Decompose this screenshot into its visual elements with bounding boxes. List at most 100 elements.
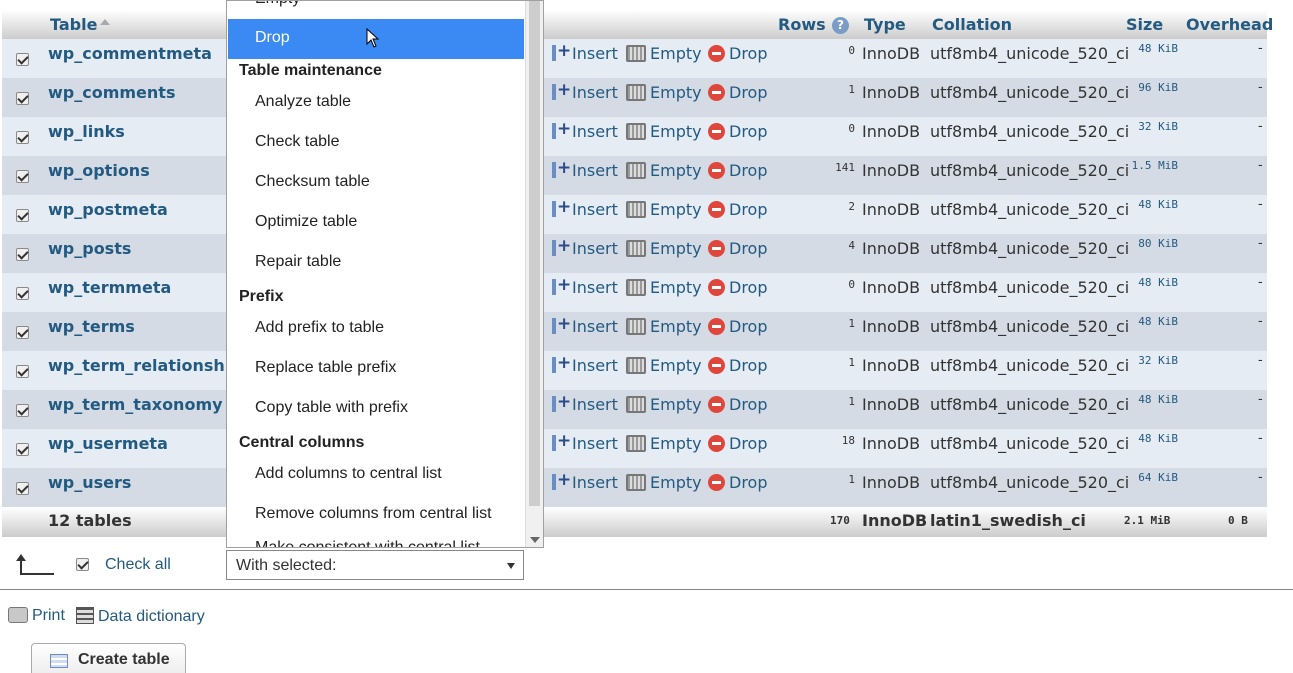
insert-action[interactable]: Insert <box>550 314 618 336</box>
data-dictionary-link[interactable]: Data dictionary <box>76 607 205 626</box>
dropdown-option[interactable]: Optimize table <box>255 213 357 231</box>
row-checkbox[interactable] <box>16 404 29 417</box>
table-name-link[interactable]: wp_usermeta <box>48 434 168 453</box>
drop-action[interactable]: Drop <box>708 356 768 375</box>
table-name-link[interactable]: wp_users <box>48 473 131 492</box>
table-size[interactable]: 48 KiB <box>1138 198 1178 211</box>
row-checkbox[interactable] <box>16 482 29 495</box>
table-name-link[interactable]: wp_links <box>48 122 125 141</box>
table-size[interactable]: 64 KiB <box>1138 471 1178 484</box>
table-size[interactable]: 48 KiB <box>1138 276 1178 289</box>
drop-action[interactable]: Drop <box>708 83 768 102</box>
table-size[interactable]: 80 KiB <box>1138 237 1178 250</box>
table-name-link[interactable]: wp_terms <box>48 317 135 336</box>
with-selected-select[interactable]: With selected: <box>226 550 524 580</box>
insert-action[interactable]: Insert <box>550 431 618 453</box>
dropdown-option[interactable]: Remove columns from central list <box>255 505 492 523</box>
dropdown-option[interactable]: Add prefix to table <box>255 319 384 337</box>
empty-action[interactable]: Empty <box>626 434 702 453</box>
header-collation[interactable]: Collation <box>932 15 1012 34</box>
insert-action[interactable]: Insert <box>550 236 618 258</box>
drop-action[interactable]: Drop <box>708 44 768 63</box>
drop-action[interactable]: Drop <box>708 239 768 258</box>
empty-action[interactable]: Empty <box>626 239 702 258</box>
table-size[interactable]: 48 KiB <box>1138 432 1178 445</box>
dropdown-option[interactable]: Add columns to central list <box>255 465 442 483</box>
empty-action[interactable]: Empty <box>626 356 702 375</box>
check-all-label[interactable]: Check all <box>105 556 171 574</box>
drop-action[interactable]: Drop <box>708 200 768 219</box>
row-checkbox[interactable] <box>16 326 29 339</box>
help-icon[interactable]: ? <box>832 17 849 34</box>
insert-action[interactable]: Insert <box>550 80 618 102</box>
create-table-tab[interactable]: Create table <box>31 643 186 673</box>
row-checkbox[interactable] <box>16 92 29 105</box>
drop-action[interactable]: Drop <box>708 473 768 492</box>
insert-action[interactable]: Insert <box>550 392 618 414</box>
insert-action[interactable]: Insert <box>550 275 618 297</box>
table-name-link[interactable]: wp_postmeta <box>48 200 168 219</box>
table-name-link[interactable]: wp_term_relationships <box>48 356 251 375</box>
table-name-link[interactable]: wp_commentmeta <box>48 44 212 63</box>
dropdown-option[interactable]: Check table <box>255 133 340 151</box>
insert-action[interactable]: Insert <box>550 158 618 180</box>
dropdown-option[interactable]: Checksum table <box>255 173 370 191</box>
insert-action[interactable]: Insert <box>550 353 618 375</box>
empty-action[interactable]: Empty <box>626 44 702 63</box>
dropdown-option[interactable]: Repair table <box>255 253 341 271</box>
empty-action[interactable]: Empty <box>626 83 702 102</box>
drop-action[interactable]: Drop <box>708 395 768 414</box>
table-size[interactable]: 48 KiB <box>1138 315 1178 328</box>
table-name-link[interactable]: wp_posts <box>48 239 131 258</box>
scrollbar-thumb[interactable] <box>529 1 540 506</box>
table-size[interactable]: 32 KiB <box>1138 120 1178 133</box>
scroll-down-icon[interactable] <box>530 537 540 543</box>
drop-action[interactable]: Drop <box>708 122 768 141</box>
dropdown-option-empty[interactable]: Empty <box>255 1 300 8</box>
empty-action[interactable]: Empty <box>626 200 702 219</box>
empty-action[interactable]: Empty <box>626 278 702 297</box>
dropdown-option[interactable]: Copy table with prefix <box>255 399 408 417</box>
row-checkbox[interactable] <box>16 443 29 456</box>
header-rows[interactable]: Rows <box>778 15 826 34</box>
empty-action[interactable]: Empty <box>626 395 702 414</box>
header-table[interactable]: Table <box>50 15 97 34</box>
insert-action[interactable]: Insert <box>550 41 618 63</box>
table-size[interactable]: 96 KiB <box>1138 81 1178 94</box>
empty-action[interactable]: Empty <box>626 317 702 336</box>
table-size[interactable]: 32 KiB <box>1138 354 1178 367</box>
drop-action[interactable]: Drop <box>708 434 768 453</box>
insert-action[interactable]: Insert <box>550 197 618 219</box>
table-size[interactable]: 1.5 MiB <box>1132 159 1178 172</box>
dropdown-scrollbar[interactable] <box>525 1 543 547</box>
insert-action[interactable]: Insert <box>550 470 618 492</box>
print-link[interactable]: Print <box>8 607 65 625</box>
header-type[interactable]: Type <box>864 15 906 34</box>
row-checkbox[interactable] <box>16 53 29 66</box>
row-checkbox[interactable] <box>16 131 29 144</box>
table-name-link[interactable]: wp_term_taxonomy <box>48 395 223 414</box>
table-name-link[interactable]: wp_comments <box>48 83 175 102</box>
empty-action[interactable]: Empty <box>626 473 702 492</box>
drop-action[interactable]: Drop <box>708 161 768 180</box>
header-size[interactable]: Size <box>1126 15 1163 34</box>
dropdown-option[interactable]: Analyze table <box>255 93 351 111</box>
table-name-link[interactable]: wp_termmeta <box>48 278 171 297</box>
check-all-checkbox[interactable] <box>76 558 89 571</box>
header-overhead[interactable]: Overhead <box>1186 15 1273 34</box>
empty-action[interactable]: Empty <box>626 122 702 141</box>
drop-action[interactable]: Drop <box>708 278 768 297</box>
drop-action[interactable]: Drop <box>708 317 768 336</box>
dropdown-option-make-consistent[interactable]: Make consistent with central list <box>255 539 480 547</box>
table-size[interactable]: 48 KiB <box>1138 42 1178 55</box>
with-selected-dropdown-list[interactable]: Empty Drop Table maintenance Analyze tabl… <box>226 0 544 548</box>
dropdown-option[interactable]: Replace table prefix <box>255 359 396 377</box>
empty-action[interactable]: Empty <box>626 161 702 180</box>
row-checkbox[interactable] <box>16 248 29 261</box>
row-checkbox[interactable] <box>16 209 29 222</box>
table-size[interactable]: 48 KiB <box>1138 393 1178 406</box>
row-checkbox[interactable] <box>16 287 29 300</box>
row-checkbox[interactable] <box>16 365 29 378</box>
insert-action[interactable]: Insert <box>550 119 618 141</box>
table-name-link[interactable]: wp_options <box>48 161 150 180</box>
